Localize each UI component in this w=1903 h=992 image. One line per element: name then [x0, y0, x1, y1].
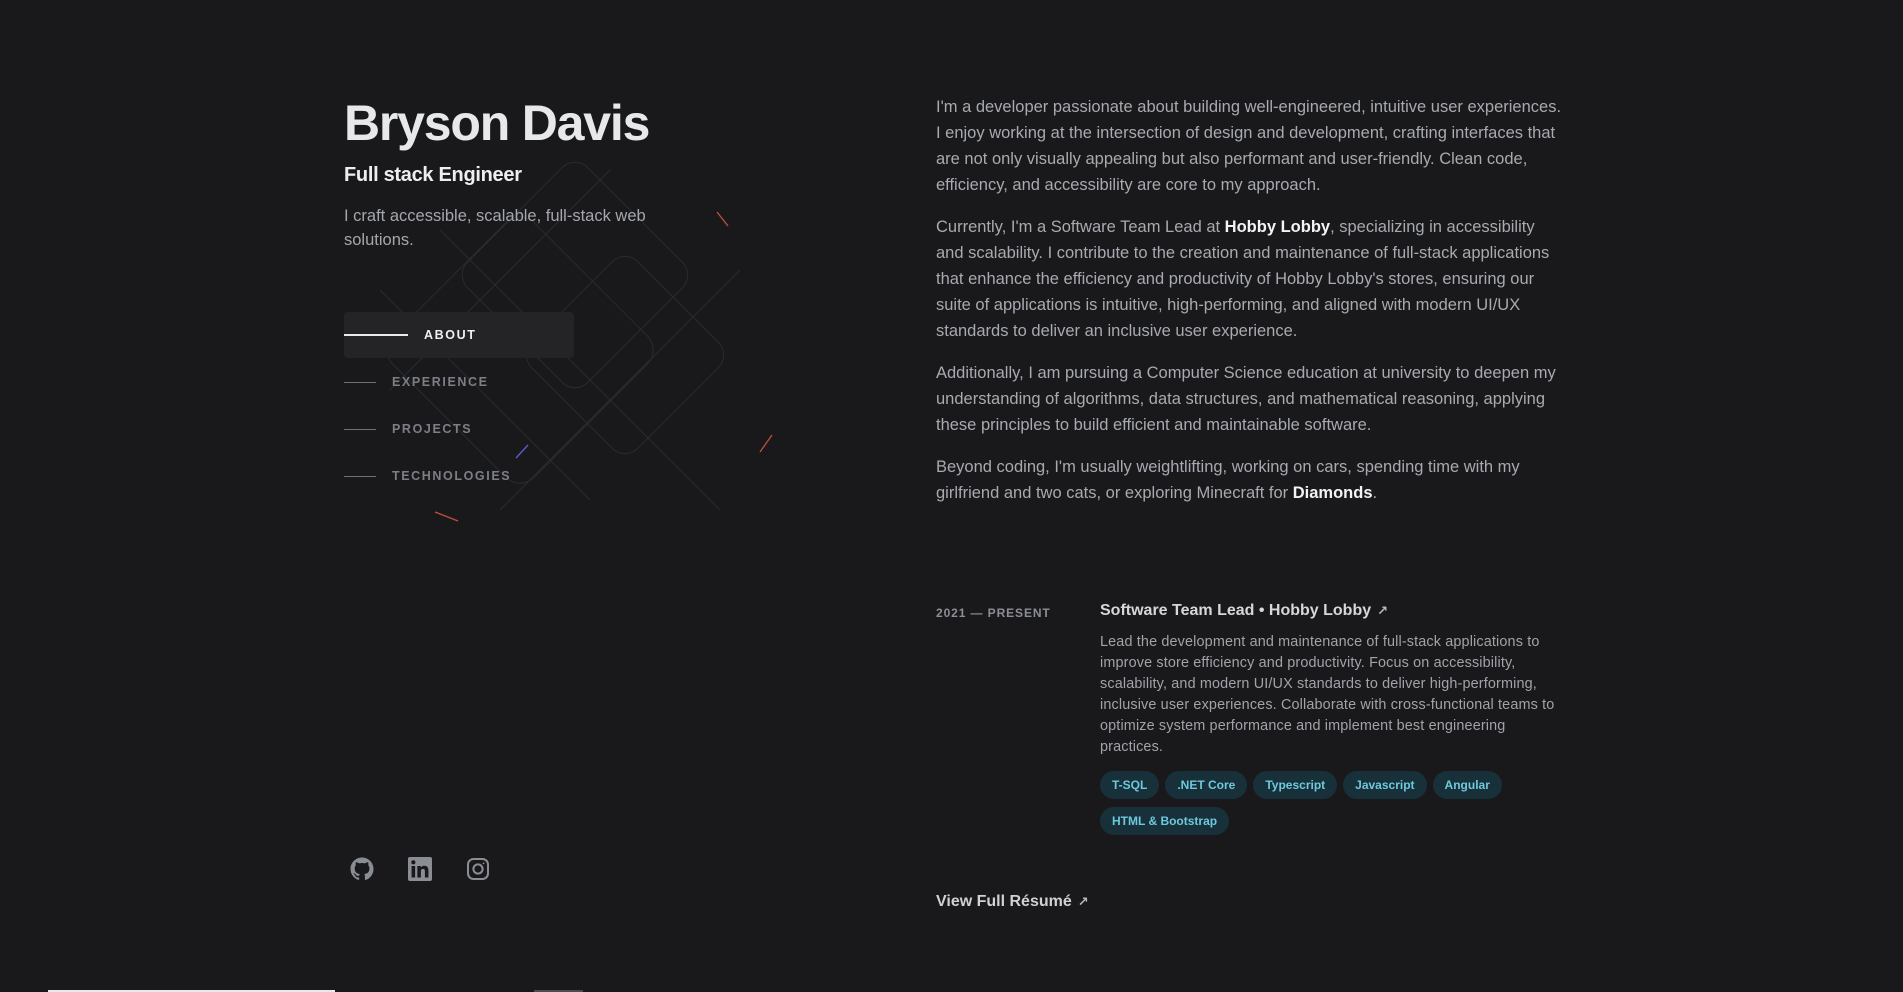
- view-resume-link[interactable]: View Full Résumé ↗: [936, 893, 1089, 911]
- experience-date: 2021 — PRESENT: [936, 606, 1051, 620]
- about-paragraph: Additionally, I am pursuing a Computer S…: [936, 360, 1566, 438]
- about-text: , specializing in accessibility and scal…: [936, 218, 1550, 340]
- about-text: .: [1372, 484, 1378, 502]
- about-text: Currently, I'm a Software Team Lead at: [936, 218, 1225, 236]
- nav-indicator: [344, 475, 376, 477]
- experience-body: Software Team Lead • Hobby Lobby ↗ Lead …: [1100, 602, 1566, 835]
- right-column: I'm a developer passionate about buildin…: [936, 94, 1566, 910]
- portfolio-page: Bryson Davis Full stack Engineer I craft…: [0, 0, 1903, 992]
- linkedin-icon[interactable]: [408, 857, 432, 881]
- tech-tags: T-SQL .NET Core Typescript Javascript An…: [1100, 771, 1540, 835]
- github-icon[interactable]: [350, 857, 374, 881]
- tech-tag: Javascript: [1343, 771, 1427, 799]
- highlight-text: Diamonds: [1292, 484, 1373, 502]
- experience-description: Lead the development and maintenance of …: [1100, 634, 1555, 755]
- nav-item-label: PROJECTS: [392, 422, 473, 436]
- nav-item-label: ABOUT: [424, 328, 477, 342]
- role-heading: Full stack Engineer: [344, 164, 522, 186]
- experience-title-link[interactable]: Software Team Lead • Hobby Lobby ↗: [1100, 602, 1566, 620]
- instagram-icon[interactable]: [466, 857, 490, 881]
- nav-item-experience[interactable]: EXPERIENCE: [344, 359, 584, 405]
- about-paragraph: Currently, I'm a Software Team Lead at H…: [936, 214, 1566, 344]
- about-text: Beyond coding, I'm usually weightlifting…: [936, 458, 1520, 502]
- nav-item-about[interactable]: ABOUT: [344, 312, 574, 358]
- nav-item-technologies[interactable]: TECHNOLOGIES: [344, 453, 584, 499]
- social-links: [350, 857, 490, 881]
- nav-item-label: TECHNOLOGIES: [392, 469, 512, 483]
- left-column: Bryson Davis Full stack Engineer I craft…: [344, 94, 764, 483]
- section-nav: ABOUT EXPERIENCE PROJECTS TECHNOLOGIES: [344, 312, 584, 499]
- employer-name: Hobby Lobby: [1224, 218, 1331, 236]
- external-link-icon: ↗: [1377, 603, 1389, 618]
- tech-tag: HTML & Bootstrap: [1100, 807, 1230, 835]
- about-paragraph: Beyond coding, I'm usually weightlifting…: [936, 454, 1566, 506]
- about-section: I'm a developer passionate about buildin…: [936, 94, 1566, 506]
- about-text: I'm a developer passionate about buildin…: [936, 98, 1562, 194]
- tech-tag: T-SQL: [1100, 771, 1160, 799]
- tagline: I craft accessible, scalable, full-stack…: [344, 207, 646, 249]
- tech-tag: .NET Core: [1165, 771, 1248, 799]
- page-title: Bryson Davis: [344, 95, 650, 151]
- tech-tag: Angular: [1432, 771, 1502, 799]
- nav-item-projects[interactable]: PROJECTS: [344, 406, 584, 452]
- experience-title: Software Team Lead • Hobby Lobby: [1100, 602, 1372, 619]
- about-text: Additionally, I am pursuing a Computer S…: [936, 364, 1556, 434]
- nav-indicator: [344, 334, 408, 336]
- nav-indicator: [344, 428, 376, 430]
- nav-indicator: [344, 381, 376, 383]
- resume-label: View Full Résumé: [936, 893, 1072, 910]
- experience-entry: 2021 — PRESENT Software Team Lead • Hobb…: [936, 602, 1566, 835]
- external-link-icon: ↗: [1077, 894, 1089, 909]
- nav-item-label: EXPERIENCE: [392, 375, 489, 389]
- about-paragraph: I'm a developer passionate about buildin…: [936, 94, 1566, 198]
- tech-tag: Typescript: [1253, 771, 1338, 799]
